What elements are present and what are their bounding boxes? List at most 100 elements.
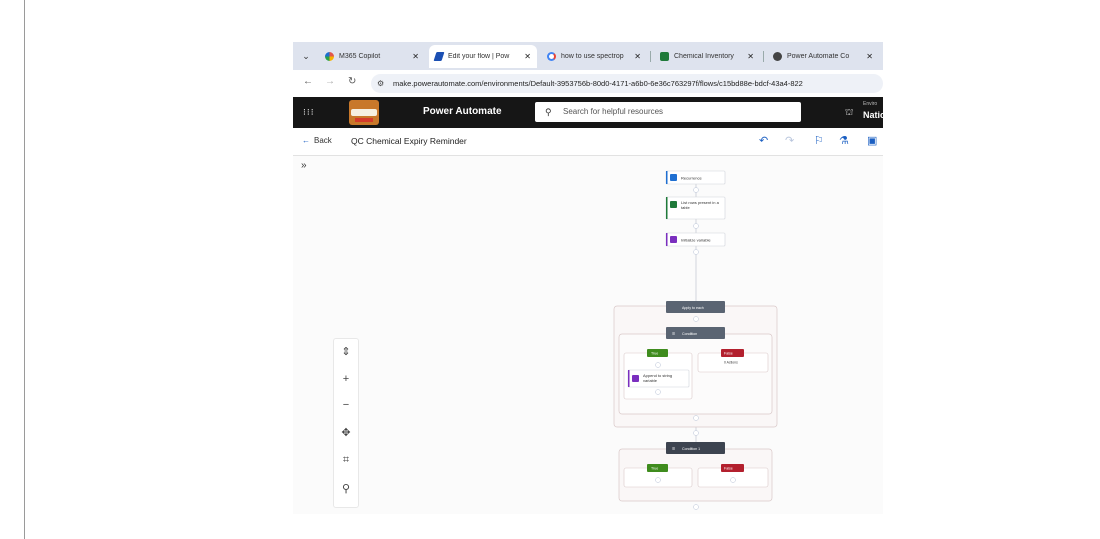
append-string-node[interactable]: Append to string variable: [627, 369, 690, 388]
add-step-icon[interactable]: [693, 504, 699, 510]
close-tab-icon[interactable]: ✕: [412, 52, 419, 61]
condition1-node[interactable]: ☰ Condition 1: [666, 442, 725, 454]
add-step-icon[interactable]: [693, 415, 699, 421]
tab-separator: [763, 51, 764, 62]
true-label-chip[interactable]: True: [647, 349, 668, 357]
tab-google-search[interactable]: how to use spectrop ✕: [541, 45, 647, 68]
zoom-in-icon[interactable]: +: [334, 373, 358, 385]
list-rows-node[interactable]: List rows present in a table: [665, 196, 726, 220]
flow-name[interactable]: QC Chemical Expiry Reminder: [351, 136, 467, 146]
url-field[interactable]: ⚙ make.powerautomate.com/environments/De…: [371, 74, 883, 93]
excel-favicon-icon: [660, 52, 669, 61]
google-favicon-icon: [547, 52, 556, 61]
tab-strip: ⌄ M365 Copilot ✕ Edit your flow | Pow ✕ …: [293, 42, 883, 70]
recurrence-icon: [670, 174, 677, 181]
org-logo: [349, 100, 379, 125]
tab-chemical-inventory[interactable]: Chemical Inventory ✕: [654, 45, 760, 68]
add-step-icon[interactable]: [693, 187, 699, 193]
variable-icon: [670, 236, 677, 243]
url-text: make.powerautomate.com/environments/Defa…: [393, 79, 803, 88]
waffle-icon[interactable]: ⁝⁝⁝: [303, 107, 315, 118]
condition-label: Condition: [682, 332, 697, 336]
reload-icon[interactable]: ↻: [348, 76, 356, 87]
search-input[interactable]: ⚲ Search for helpful resources: [535, 102, 801, 122]
close-tab-icon[interactable]: ✕: [524, 52, 531, 61]
site-info-icon[interactable]: ⚙: [377, 74, 384, 93]
add-step-icon[interactable]: [693, 316, 699, 322]
logo-band: [351, 109, 377, 116]
false-label-chip[interactable]: False: [721, 349, 744, 357]
apply-to-each-label: Apply to each: [682, 306, 704, 310]
redo-icon[interactable]: ↷: [785, 134, 794, 147]
condition-node[interactable]: ☰ Condition: [666, 327, 725, 339]
excel-icon: [670, 201, 677, 208]
close-tab-icon[interactable]: ✕: [866, 52, 873, 61]
browser-window: ⌄ M365 Copilot ✕ Edit your flow | Pow ✕ …: [293, 42, 883, 514]
community-favicon-icon: [773, 52, 782, 61]
tab-power-automate-community[interactable]: Power Automate Co ✕: [767, 45, 879, 68]
condition1-true-chip[interactable]: True: [647, 464, 668, 472]
environment-icon[interactable]: ⛫: [845, 107, 853, 119]
power-automate-favicon-icon: [433, 52, 445, 61]
zoom-out-icon[interactable]: −: [334, 399, 358, 411]
close-tab-icon[interactable]: ✕: [634, 52, 641, 61]
flow-diagram: Recurrence List rows present in a table …: [613, 170, 778, 510]
false-label-2: False: [724, 467, 733, 471]
append-label-2: variable: [643, 378, 658, 383]
add-step-icon[interactable]: [693, 430, 699, 436]
initialize-variable-node[interactable]: Initialize variable: [665, 232, 726, 247]
add-step-icon[interactable]: [693, 249, 699, 255]
app-header: ⁝⁝⁝ Power Automate ⚲ Search for helpful …: [293, 97, 883, 128]
back-button[interactable]: ← Back: [302, 136, 332, 145]
tab-title: Edit your flow | Pow: [448, 53, 510, 60]
save-icon[interactable]: ▣: [867, 134, 877, 147]
add-step-icon[interactable]: [693, 223, 699, 229]
true-label-2: True: [651, 467, 658, 471]
search-icon: ⚲: [545, 107, 552, 117]
condition1-label: Condition 1: [682, 447, 700, 451]
environment-label: Enviro: [863, 101, 878, 107]
window-edge-line: [24, 0, 25, 539]
recurrence-label: Recurrence: [681, 176, 702, 181]
add-step-icon[interactable]: [730, 477, 736, 483]
false-label: False: [724, 352, 733, 356]
flow-checker-icon[interactable]: ⚐: [814, 134, 824, 147]
find-icon[interactable]: ⚲: [334, 482, 358, 495]
back-label: Back: [314, 136, 332, 145]
environment-value[interactable]: Natio: [863, 110, 883, 120]
search-placeholder: Search for helpful resources: [563, 107, 664, 116]
pan-icon[interactable]: ✥: [334, 426, 358, 439]
recurrence-node[interactable]: Recurrence: [665, 170, 726, 185]
tab-title: Chemical Inventory: [674, 53, 734, 60]
add-step-icon[interactable]: [655, 477, 661, 483]
condition1-false-chip[interactable]: False: [721, 464, 744, 472]
test-icon[interactable]: ⚗: [839, 134, 849, 147]
address-bar-row: ← → ↻ ⚙ make.powerautomate.com/environme…: [293, 70, 883, 97]
command-bar: ← Back QC Chemical Expiry Reminder ↶ ↷ ⚐ …: [293, 128, 883, 156]
close-tab-icon[interactable]: ✕: [747, 52, 754, 61]
list-rows-label-2: table: [681, 205, 690, 210]
zoom-fit-icon[interactable]: ⇕: [334, 345, 358, 358]
initialize-label: Initialize variable: [681, 238, 711, 243]
designer-canvas[interactable]: » Recurrence List rows present in a tabl…: [293, 156, 883, 514]
undo-icon[interactable]: ↶: [759, 134, 768, 147]
app-title[interactable]: Power Automate: [423, 106, 502, 117]
tab-title: Power Automate Co: [787, 53, 850, 60]
tab-title: M365 Copilot: [339, 53, 381, 60]
back-nav-icon[interactable]: ←: [303, 76, 313, 87]
apply-to-each-node[interactable]: Apply to each: [666, 301, 725, 313]
add-step-icon[interactable]: [655, 362, 661, 368]
false-actions-label: 0 Actions: [724, 361, 738, 365]
minimap-icon[interactable]: ⌗: [334, 454, 358, 467]
add-step-icon[interactable]: [655, 389, 661, 395]
tab-title: how to use spectrop: [561, 53, 624, 60]
variable-icon: [632, 375, 639, 382]
tab-edit-flow[interactable]: Edit your flow | Pow ✕: [429, 45, 537, 68]
forward-nav-icon[interactable]: →: [325, 76, 335, 87]
tab-search-chevron-icon[interactable]: ⌄: [299, 49, 313, 63]
logo-stripe: [355, 118, 373, 122]
tab-m365-copilot[interactable]: M365 Copilot ✕: [319, 45, 425, 68]
back-arrow-icon: ←: [302, 136, 310, 145]
copilot-favicon-icon: [325, 52, 334, 61]
true-label: True: [651, 352, 658, 356]
